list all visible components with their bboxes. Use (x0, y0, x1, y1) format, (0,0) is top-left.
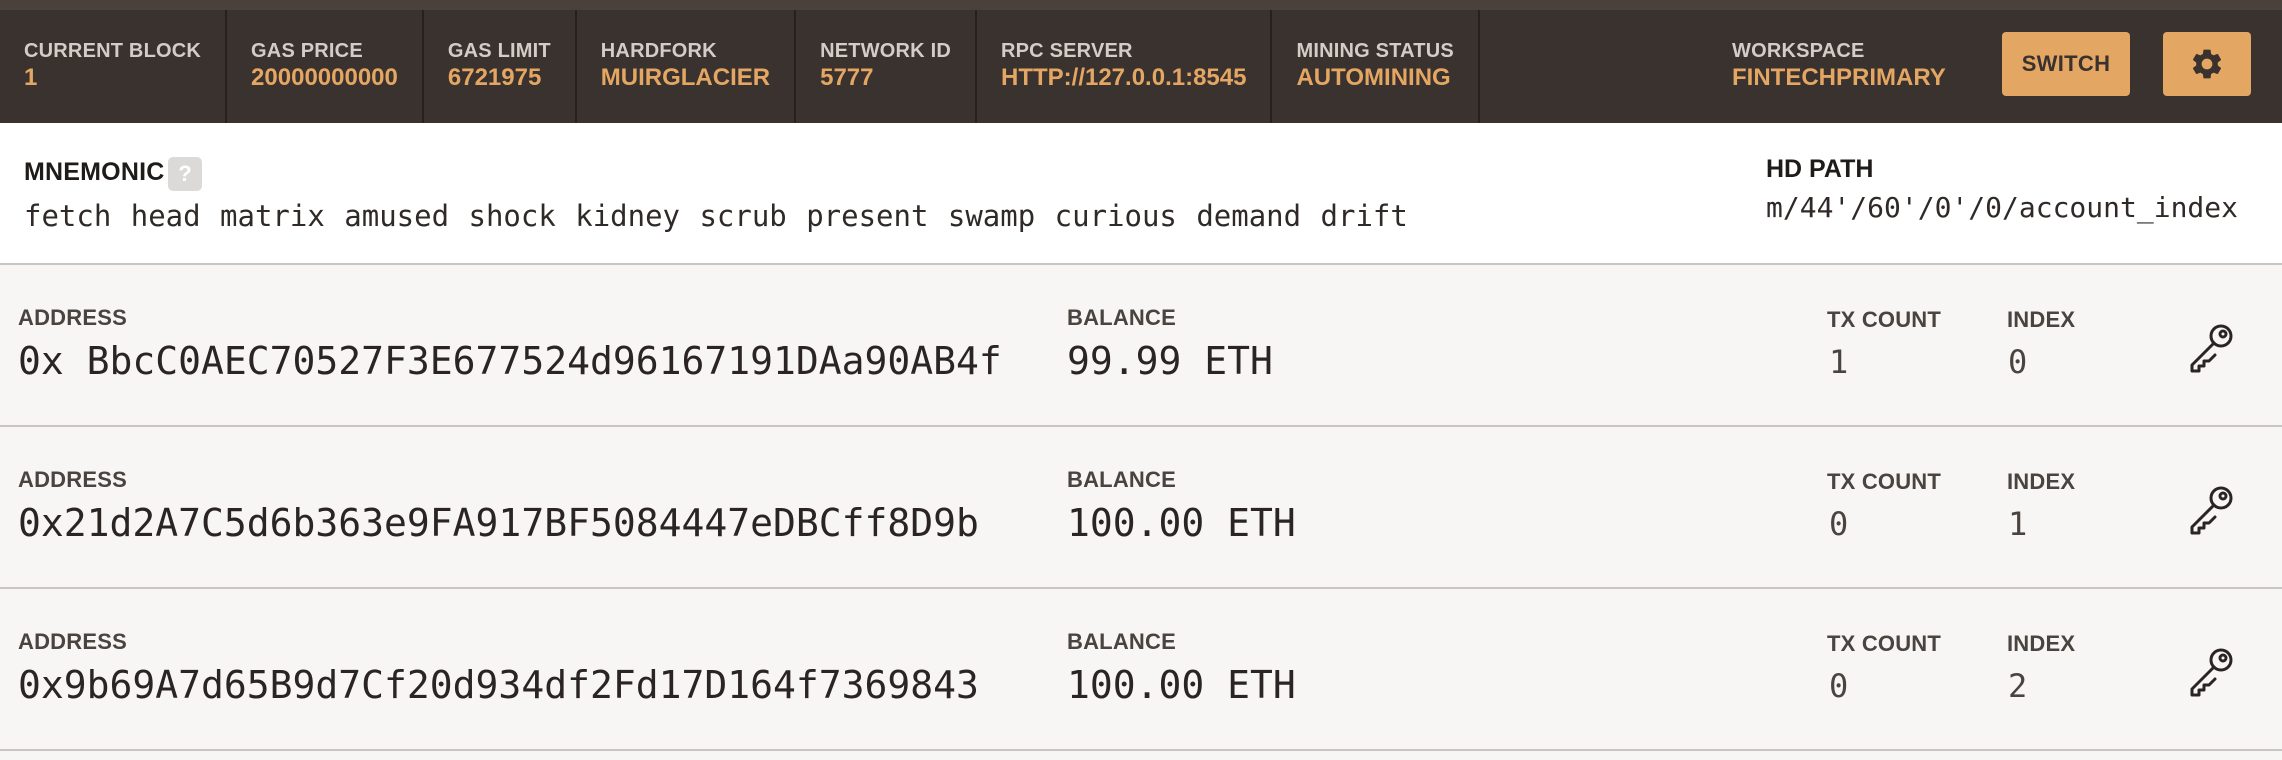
tx-count-label: TX COUNT (1827, 307, 1942, 332)
account-balance: 100.00 ETH (1067, 501, 1296, 545)
stat-gas-limit: GAS LIMIT 6721975 (424, 10, 577, 123)
stat-value: 20000000000 (251, 64, 398, 91)
index-value: 2 (2008, 667, 2028, 705)
address-label: ADDRESS (18, 305, 127, 330)
account-address: 0x9b69A7d65B9d7Cf20d934df2Fd17D164f73698… (18, 663, 979, 707)
balance-label: BALANCE (1067, 305, 1176, 330)
account-address: 0x21d2A7C5d6b363e9FA917BF5084447eDBCff8D… (18, 501, 979, 545)
index-value: 1 (2008, 505, 2028, 543)
mnemonic-panel: MNEMONIC ? fetch head matrix amused shoc… (0, 123, 2282, 265)
stat-current-block: CURRENT BLOCK 1 (0, 10, 228, 123)
index-label: INDEX (2007, 307, 2076, 332)
tx-count-value: 0 (1829, 505, 1849, 543)
hd-path-value: m/44'/60'/0'/0/account_index (1766, 191, 2239, 224)
stat-gas-price: GAS PRICE 20000000000 (227, 10, 424, 123)
account-balance: 99.99 ETH (1067, 339, 1273, 383)
mnemonic-label: MNEMONIC (24, 158, 165, 186)
stat-label: MINING STATUS (1296, 40, 1454, 62)
mnemonic-phrase: fetch head matrix amused shock kidney sc… (24, 199, 1408, 233)
settings-button[interactable] (2163, 32, 2251, 96)
stat-hardfork: HARDFORK MUIRGLACIER (577, 10, 797, 123)
stat-value: MUIRGLACIER (600, 64, 771, 91)
workspace-label: WORKSPACE (1732, 40, 1865, 62)
stat-label: GAS LIMIT (447, 40, 551, 62)
stat-label: HARDFORK (600, 40, 717, 62)
stat-value: AUTOMINING (1296, 64, 1451, 91)
stat-value: 6721975 (447, 64, 542, 91)
key-icon[interactable] (2184, 320, 2238, 374)
key-icon[interactable] (2184, 644, 2238, 698)
tx-count-value: 0 (1829, 667, 1849, 705)
account-row[interactable]: ADDRESS 0x BbcC0AEC70527F3E677524d961671… (0, 265, 2282, 427)
stat-label: CURRENT BLOCK (24, 40, 202, 62)
balance-label: BALANCE (1067, 467, 1176, 492)
account-address: 0x BbcC0AEC70527F3E677524d96167191DAa90A… (18, 339, 1002, 383)
stat-value: HTTP://127.0.0.1:8545 (1001, 64, 1247, 91)
account-row[interactable]: ADDRESS 0x9b69A7d65B9d7Cf20d934df2Fd17D1… (0, 589, 2282, 751)
balance-label: BALANCE (1067, 629, 1176, 654)
stat-value: 1 (24, 64, 38, 91)
help-icon[interactable]: ? (168, 157, 202, 191)
top-status-bar: CURRENT BLOCK 1 GAS PRICE 20000000000 GA… (0, 0, 2282, 123)
account-balance: 100.00 ETH (1067, 663, 1296, 707)
gear-icon (2192, 49, 2222, 79)
tx-count-label: TX COUNT (1827, 469, 1942, 494)
stat-label: NETWORK ID (820, 40, 951, 62)
stat-mining-status: MINING STATUS AUTOMINING (1272, 10, 1480, 123)
tx-count-value: 1 (1829, 343, 1849, 381)
stat-rpc-server: RPC SERVER HTTP://127.0.0.1:8545 (977, 10, 1273, 123)
workspace-indicator: WORKSPACE FINTECHPRIMARY (1732, 40, 1946, 93)
account-row[interactable]: ADDRESS 0x21d2A7C5d6b363e9FA917BF5084447… (0, 427, 2282, 589)
tx-count-label: TX COUNT (1827, 631, 1942, 656)
workspace-name: FINTECHPRIMARY (1732, 64, 1946, 91)
switch-workspace-button[interactable]: SWITCH (2002, 32, 2130, 96)
stat-label: GAS PRICE (251, 40, 363, 62)
stat-label: RPC SERVER (1001, 40, 1133, 62)
address-label: ADDRESS (18, 629, 127, 654)
stat-value: 5777 (820, 64, 874, 91)
stat-network-id: NETWORK ID 5777 (796, 10, 977, 123)
index-label: INDEX (2007, 469, 2076, 494)
key-icon[interactable] (2184, 482, 2238, 536)
index-label: INDEX (2007, 631, 2076, 656)
index-value: 0 (2008, 343, 2028, 381)
accounts-list: ADDRESS 0x BbcC0AEC70527F3E677524d961671… (0, 265, 2282, 751)
address-label: ADDRESS (18, 467, 127, 492)
hd-path-label: HD PATH (1766, 155, 1874, 183)
